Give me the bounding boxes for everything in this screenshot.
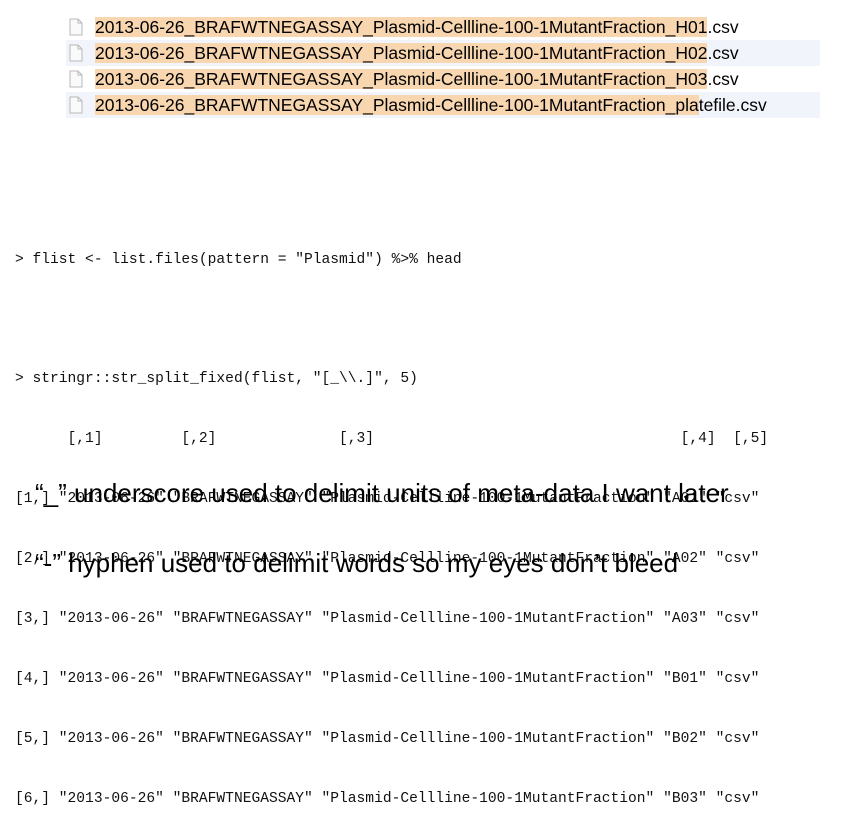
file-name-highlight: 2013-06-26_BRAFWTNEGASSAY_Plasmid-Cellli…	[95, 95, 699, 115]
file-name-highlight: 2013-06-26_BRAFWTNEGASSAY_Plasmid-Cellli…	[95, 17, 708, 37]
file-name-highlight: 2013-06-26_BRAFWTNEGASSAY_Plasmid-Cellli…	[95, 43, 708, 63]
file-row[interactable]: 2013-06-26_BRAFWTNEGASSAY_Plasmid-Cellli…	[66, 92, 820, 118]
file-name-rest: tefile.csv	[698, 95, 767, 115]
console-command: > flist <- list.files(pattern = "Plasmid…	[15, 252, 462, 268]
console-output-header: [,1] [,2] [,3] [,4] [,5]	[15, 431, 769, 447]
file-name-highlight: 2013-06-26_BRAFWTNEGASSAY_Plasmid-Cellli…	[95, 69, 708, 89]
file-list: 2013-06-26_BRAFWTNEGASSAY_Plasmid-Cellli…	[66, 14, 820, 118]
console-command: > stringr::str_split_fixed(flist, "[_\\.…	[15, 371, 418, 387]
file-name: 2013-06-26_BRAFWTNEGASSAY_Plasmid-Cellli…	[95, 40, 739, 66]
file-name: 2013-06-26_BRAFWTNEGASSAY_Plasmid-Cellli…	[95, 92, 767, 118]
file-name-rest: .csv	[707, 43, 739, 63]
document-icon	[69, 44, 83, 62]
file-row[interactable]: 2013-06-26_BRAFWTNEGASSAY_Plasmid-Cellli…	[66, 40, 820, 66]
console-output-row: [4,] "2013-06-26" "BRAFWTNEGASSAY" "Plas…	[15, 671, 760, 687]
note-hyphen: “-” hyphen used to delimit words so my e…	[35, 548, 679, 578]
document-icon	[69, 96, 83, 114]
file-name-rest: .csv	[707, 69, 739, 89]
note-underscore: “_” underscore used to delimit units of …	[35, 478, 729, 508]
console-output-row: [3,] "2013-06-26" "BRAFWTNEGASSAY" "Plas…	[15, 611, 760, 627]
console-output-row: [5,] "2013-06-26" "BRAFWTNEGASSAY" "Plas…	[15, 731, 760, 747]
document-icon	[69, 18, 83, 36]
file-name: 2013-06-26_BRAFWTNEGASSAY_Plasmid-Cellli…	[95, 66, 739, 92]
file-row[interactable]: 2013-06-26_BRAFWTNEGASSAY_Plasmid-Cellli…	[66, 66, 820, 92]
r-console: > flist <- list.files(pattern = "Plasmid…	[15, 210, 768, 829]
file-row[interactable]: 2013-06-26_BRAFWTNEGASSAY_Plasmid-Cellli…	[66, 14, 820, 40]
file-name: 2013-06-26_BRAFWTNEGASSAY_Plasmid-Cellli…	[95, 14, 739, 40]
console-output-row: [6,] "2013-06-26" "BRAFWTNEGASSAY" "Plas…	[15, 791, 760, 807]
document-icon	[69, 70, 83, 88]
file-name-rest: .csv	[707, 17, 739, 37]
